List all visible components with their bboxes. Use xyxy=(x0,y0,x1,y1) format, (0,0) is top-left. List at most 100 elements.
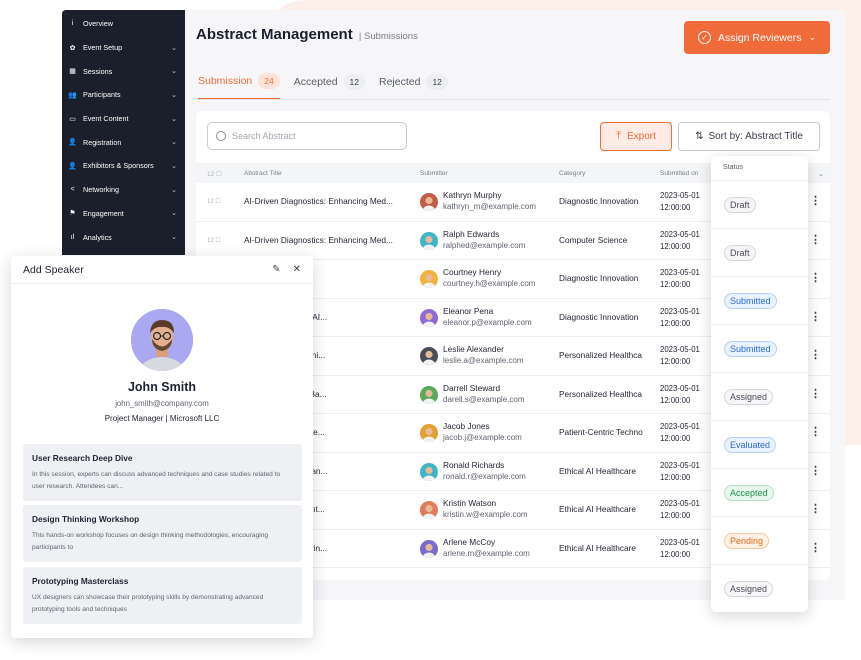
chevron-down-icon[interactable]: ⌄ xyxy=(818,170,824,178)
edit-icon[interactable]: ✎ xyxy=(272,264,280,275)
session-description: This hands-on workshop focuses on design… xyxy=(32,532,269,551)
search-input[interactable]: Search Abstract xyxy=(207,122,407,150)
sidebar-item-exhibitors-sponsors[interactable]: 👤 Exhibitors & Sponsors ⌄ xyxy=(62,154,185,178)
avatar xyxy=(420,501,438,519)
session-card[interactable]: User Research Deep Dive In this session, … xyxy=(23,444,302,501)
submitter-name: Leslie Alexander xyxy=(443,344,504,354)
submitted-on: 2023-05-01 12:00:00 xyxy=(660,460,700,484)
more-options-icon[interactable]: ⋮ xyxy=(810,194,821,207)
chevron-down-icon: ⌄ xyxy=(808,32,816,42)
avatar xyxy=(420,385,438,404)
sidebar-item-event-setup[interactable]: ✿ Event Setup ⌄ xyxy=(62,36,185,60)
check-circle-icon: ✓ xyxy=(698,31,711,44)
chevron-down-icon: ⌄ xyxy=(171,210,177,218)
tab-label: Submission xyxy=(198,75,253,87)
tab-submission[interactable]: Submission 24 xyxy=(198,73,280,100)
page-subtitle: | Submissions xyxy=(358,31,418,42)
flag-icon: ⚑ xyxy=(69,210,76,218)
sidebar-item-event-content[interactable]: ▭ Event Content ⌄ xyxy=(62,107,185,131)
session-card[interactable]: Prototyping Masterclass UX designers can … xyxy=(23,567,302,624)
chevron-down-icon: ⌄ xyxy=(171,68,177,76)
sidebar-item-engagement[interactable]: ⚑ Engagement ⌄ xyxy=(62,202,185,226)
abstract-title: AI-Driven Diagnostics: Enhancing Med... xyxy=(244,234,393,245)
sidebar-item-sessions[interactable]: ▦ Sessions ⌄ xyxy=(62,59,185,83)
close-icon[interactable]: ✕ xyxy=(293,264,301,275)
tab-rejected[interactable]: Rejected 12 xyxy=(379,73,448,100)
submitted-date: 2023-05-01 xyxy=(660,229,700,239)
submitted-on: 2023-05-01 12:00:00 xyxy=(660,537,700,561)
status-option[interactable]: Evaluated xyxy=(711,421,808,469)
sidebar-item-overview[interactable]: i Overview xyxy=(62,12,185,36)
column-header-category: Category xyxy=(559,170,586,177)
submitted-date: 2023-05-01 xyxy=(660,306,700,316)
more-options-icon[interactable]: ⋮ xyxy=(810,233,821,246)
submitted-date: 2023-05-01 xyxy=(660,345,700,354)
submitted-on: 2023-05-01 12:00:00 xyxy=(660,498,700,522)
submitter-email: arlene.m@example.com xyxy=(443,548,530,558)
submitted-date: 2023-05-01 xyxy=(660,460,700,470)
session-description: UX designers can showcase their prototyp… xyxy=(32,594,264,613)
more-options-icon[interactable]: ⋮ xyxy=(810,387,821,400)
grid-icon: ▦ xyxy=(69,68,76,76)
submitter-email: ronald.r@example.com xyxy=(443,471,526,481)
chevron-down-icon: ⌄ xyxy=(171,91,177,99)
add-speaker-panel: Add Speaker ✎ ✕ John Smith john_smith@co… xyxy=(11,256,313,638)
status-badge: Pending xyxy=(724,532,770,549)
status-header: Status xyxy=(711,156,808,181)
avatar xyxy=(420,308,438,327)
status-option[interactable]: Pending xyxy=(711,517,808,565)
submitted-date: 2023-05-01 xyxy=(660,537,700,547)
sidebar-item-participants[interactable]: 👥 Participants ⌄ xyxy=(62,83,185,107)
sidebar-item-label: Participants xyxy=(83,90,121,100)
status-option[interactable]: Submitted xyxy=(711,277,808,325)
more-options-icon[interactable]: ⋮ xyxy=(810,271,821,284)
sort-label: Sort by: Abstract Title xyxy=(708,131,803,142)
tab-label: Rejected xyxy=(379,76,421,88)
status-badge: Evaluated xyxy=(724,436,777,453)
status-option[interactable]: Draft xyxy=(711,229,808,277)
more-options-icon[interactable]: ⋮ xyxy=(810,541,821,554)
status-option[interactable]: Accepted xyxy=(711,469,808,517)
assign-reviewers-button[interactable]: ✓ Assign Reviewers ⌄ xyxy=(684,21,830,54)
user-icon: 👤 xyxy=(68,162,77,170)
session-card[interactable]: Design Thinking Workshop This hands-on wo… xyxy=(23,505,302,562)
tab-accepted[interactable]: Accepted 12 xyxy=(294,73,365,100)
submitted-time: 12:00:00 xyxy=(660,434,691,443)
category: Computer Science xyxy=(559,234,628,245)
sidebar-item-analytics[interactable]: ıl Analytics ⌄ xyxy=(62,225,185,249)
session-title: Design Thinking Workshop xyxy=(32,514,140,524)
submitted-date: 2023-05-01 xyxy=(660,422,700,431)
more-options-icon[interactable]: ⋮ xyxy=(810,425,821,438)
column-header-submitter: Submitter xyxy=(420,170,448,177)
status-option[interactable]: Draft xyxy=(711,181,808,229)
sort-button[interactable]: ⇅ Sort by: Abstract Title xyxy=(678,122,820,151)
tab-bar: Submission 24 Accepted 12 Rejected 12 xyxy=(198,73,462,100)
row-checkbox[interactable]: 12 ☐ xyxy=(207,198,221,205)
upload-icon: ⤒ xyxy=(616,130,621,142)
speaker-name: John Smith xyxy=(127,380,197,394)
sidebar-item-registration[interactable]: 👤 Registration ⌄ xyxy=(62,130,185,154)
more-options-icon[interactable]: ⋮ xyxy=(810,310,821,323)
submitter-email: leslie.a@example.com xyxy=(443,356,524,365)
sidebar-item-label: Exhibitors & Sponsors xyxy=(83,161,154,171)
submitted-on: 2023-05-01 12:00:00 xyxy=(660,267,700,291)
submitted-time: 12:00:00 xyxy=(660,318,691,328)
export-button[interactable]: ⤒ Export xyxy=(600,122,672,151)
row-checkbox[interactable]: 12 ☐ xyxy=(207,237,221,244)
select-all-checkbox[interactable]: 12 ☐ xyxy=(207,170,222,178)
column-header-submitted: Submitted on xyxy=(660,170,699,177)
sidebar-item-networking[interactable]: < Networking ⌄ xyxy=(62,178,185,202)
status-option[interactable]: Assigned xyxy=(711,565,808,613)
status-option[interactable]: Assigned xyxy=(711,373,808,421)
submitter-name: Courtney Henry xyxy=(443,267,502,277)
more-options-icon[interactable]: ⋮ xyxy=(810,348,821,361)
submitter-email: eleanor.p@example.com xyxy=(443,317,532,327)
category: Ethical AI Healthcare xyxy=(559,504,637,514)
submitted-time: 12:00:00 xyxy=(660,357,691,366)
column-header-title: Abstract Title xyxy=(244,170,282,177)
submitted-time: 12:00:00 xyxy=(660,549,691,559)
more-options-icon[interactable]: ⋮ xyxy=(810,502,821,515)
sidebar-item-label: Engagement xyxy=(83,208,124,218)
status-option[interactable]: Submitted xyxy=(711,325,808,373)
more-options-icon[interactable]: ⋮ xyxy=(810,464,821,477)
